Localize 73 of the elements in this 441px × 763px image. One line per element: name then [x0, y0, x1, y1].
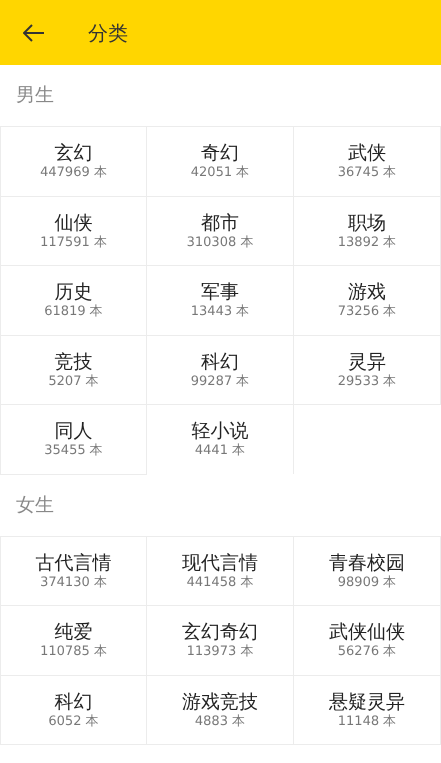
category-name: 武侠仙侠: [329, 620, 405, 644]
category-name: 轻小说: [192, 419, 248, 443]
book-count: 13443 本: [190, 304, 250, 320]
category-tile[interactable]: 悬疑灵异 11148 本: [294, 674, 441, 744]
category-tile[interactable]: 现代言情 441458 本: [147, 536, 294, 605]
category-tile[interactable]: 游戏竞技 4883 本: [147, 674, 294, 744]
category-tile[interactable]: 玄幻奇幻 113973 本: [147, 605, 294, 674]
section-heading: 男生: [16, 83, 54, 108]
book-count: 441458 本: [186, 574, 254, 591]
back-icon: [23, 24, 45, 42]
category-tile[interactable]: 灵异 29533 本: [294, 334, 441, 404]
category-name: 青春校园: [329, 550, 405, 575]
section-heading: 女生: [16, 492, 54, 518]
category-tile[interactable]: 玄幻 447969 本: [0, 126, 147, 196]
category-tile[interactable]: 武侠仙侠 56276 本: [294, 605, 441, 674]
book-count: 4441 本: [194, 443, 246, 460]
category-tile[interactable]: 武侠 36745 本: [294, 126, 441, 196]
category-name: 武侠: [348, 141, 386, 165]
book-count: 42051 本: [190, 165, 250, 182]
category-name: 都市: [201, 210, 239, 235]
category-name: 游戏竞技: [182, 690, 258, 714]
book-count: 6052 本: [48, 714, 99, 730]
category-tile[interactable]: 同人 35455 本: [0, 404, 147, 474]
category-name: 游戏: [348, 280, 386, 304]
page-title: 分类: [88, 20, 128, 46]
category-tile[interactable]: 游戏 73256 本: [294, 265, 441, 334]
category-name: 军事: [201, 280, 239, 304]
category-tile[interactable]: 职场 13892 本: [294, 196, 441, 265]
category-name: 古代言情: [36, 550, 112, 575]
book-count: 99287 本: [190, 374, 250, 390]
category-tile[interactable]: 军事 13443 本: [147, 265, 294, 334]
category-name: 职场: [348, 210, 386, 235]
book-count: 447969 本: [40, 165, 107, 182]
category-name: 悬疑灵异: [329, 690, 405, 714]
book-count: 35455 本: [44, 443, 103, 460]
book-count: 11148 本: [338, 714, 396, 730]
category-tile[interactable]: 仙侠 117591 本: [0, 196, 147, 265]
category-name: 奇幻: [201, 141, 239, 165]
category-tile[interactable]: 科幻 6052 本: [0, 674, 147, 744]
category-tile[interactable]: 轻小说 4441 本: [147, 404, 294, 474]
book-count: 73256 本: [338, 304, 396, 320]
book-count: 113973 本: [186, 644, 254, 660]
category-name: 同人: [54, 419, 92, 443]
category-tile[interactable]: 青春校园 98909 本: [294, 536, 441, 605]
category-name: 竞技: [54, 350, 92, 374]
book-count: 5207 本: [48, 374, 99, 390]
category-name: 玄幻奇幻: [182, 620, 258, 644]
book-count: 29533 本: [338, 374, 396, 390]
category-name: 历史: [54, 280, 92, 304]
category-name: 纯爱: [54, 620, 92, 644]
category-name: 科幻: [201, 350, 239, 374]
book-count: 61819 本: [44, 304, 103, 320]
book-count: 36745 本: [338, 165, 396, 182]
category-name: 科幻: [54, 690, 92, 714]
category-tile[interactable]: 历史 61819 本: [0, 265, 147, 334]
category-tile[interactable]: 古代言情 374130 本: [0, 536, 147, 605]
book-count: 310308 本: [186, 234, 254, 251]
category-tile[interactable]: 纯爱 110785 本: [0, 605, 147, 674]
book-count: 13892 本: [338, 234, 396, 251]
book-count: 98909 本: [338, 574, 396, 591]
category-tile[interactable]: 奇幻 42051 本: [147, 126, 294, 196]
category-tile[interactable]: 都市 310308 本: [147, 196, 294, 265]
category-name: 玄幻: [54, 141, 92, 166]
book-count: 110785 本: [40, 644, 107, 660]
category-name: 现代言情: [182, 550, 258, 575]
category-name: 仙侠: [54, 210, 92, 235]
category-tile[interactable]: 科幻 99287 本: [147, 334, 294, 404]
book-count: 374130 本: [40, 574, 107, 591]
book-count: 117591 本: [40, 234, 107, 251]
book-count: 56276 本: [338, 644, 396, 660]
category-name: 灵异: [348, 350, 386, 374]
category-tile[interactable]: 竞技 5207 本: [0, 334, 147, 404]
book-count: 4883 本: [194, 714, 246, 730]
